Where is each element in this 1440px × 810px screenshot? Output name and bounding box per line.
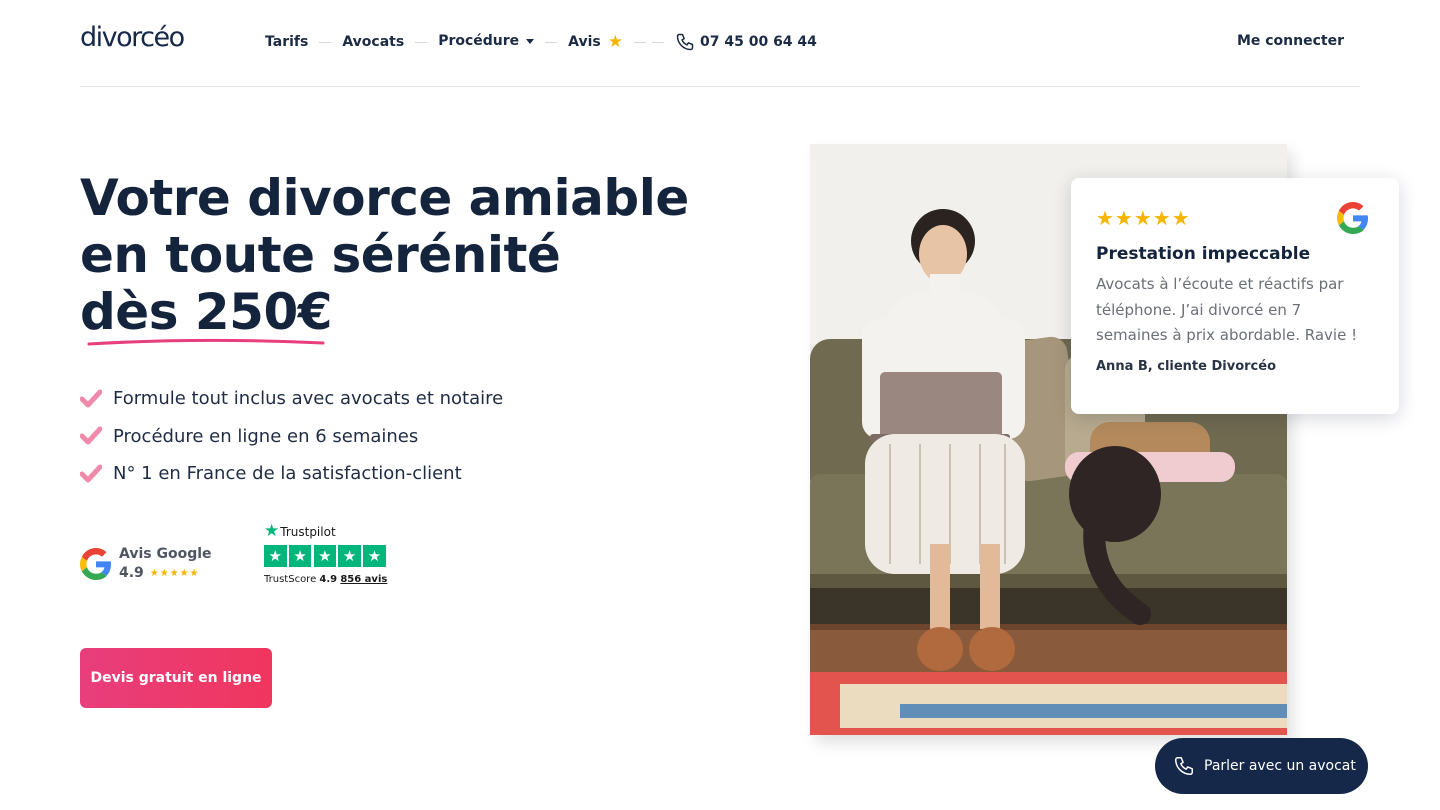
nav-item-procedure[interactable]: Procédure — [438, 32, 535, 49]
hero-headline: Votre divorce amiable en toute sérénité … — [80, 170, 720, 341]
trustpilot-star-box: ★ — [264, 545, 287, 567]
feature-text: Formule tout inclus avec avocats et nota… — [113, 388, 504, 410]
google-rating-badge[interactable]: Avis Google 4.9 ★★★★★ — [80, 546, 212, 581]
review-author: Anna B, cliente Divorcéo — [1096, 358, 1277, 374]
google-rating-text: Avis Google 4.9 ★★★★★ — [119, 546, 212, 581]
check-icon — [80, 464, 102, 483]
headline-line-1: Votre divorce amiable — [80, 169, 689, 227]
nav-item-avis[interactable]: Avis ★ — [568, 32, 623, 52]
login-link[interactable]: Me connecter — [1237, 33, 1344, 49]
nav-separator — [545, 41, 558, 43]
google-score-row: 4.9 ★★★★★ — [119, 565, 212, 581]
trustpilot-star-icon: ★ — [264, 521, 280, 541]
check-icon — [80, 389, 102, 408]
trustpilot-review-count-link[interactable]: 856 avis — [340, 574, 387, 585]
google-stars: ★★★★★ — [149, 567, 200, 579]
feature-item: N° 1 en France de la satisfaction-client — [80, 455, 503, 493]
trustpilot-score-value: 4.9 — [319, 574, 338, 585]
headline-line-2: en toute sérénité — [80, 226, 561, 284]
review-card: ★★★★★ Prestation impeccable Avocats à l’… — [1071, 178, 1399, 414]
trustpilot-stars: ★ ★ ★ ★ ★ — [264, 545, 388, 567]
feature-text: Procédure en ligne en 6 semaines — [113, 425, 419, 447]
trustpilot-star-box: ★ — [313, 545, 337, 567]
headline-line-3: dès 250€ — [80, 283, 333, 341]
chevron-down-icon — [526, 39, 535, 44]
phone-number: 07 45 00 64 44 — [700, 34, 817, 50]
trustpilot-score-label: TrustScore — [264, 574, 317, 585]
nav-phone-link[interactable]: 07 45 00 64 44 — [675, 32, 817, 52]
main-nav: Tarifs Avocats Procédure Avis ★ 07 45 00 … — [265, 30, 817, 54]
nav-label-avis: Avis — [568, 34, 601, 50]
site-header: divorcéo Tarifs Avocats Procédure Avis ★ … — [80, 0, 1360, 87]
check-icon — [80, 426, 102, 445]
feature-list: Formule tout inclus avec avocats et nota… — [80, 380, 503, 493]
trustpilot-score: TrustScore 4.9 856 avis — [264, 574, 388, 585]
price-underline-decoration — [87, 338, 325, 346]
talk-to-lawyer-button[interactable]: Parler avec un avocat — [1155, 738, 1368, 794]
google-logo-icon — [1337, 202, 1368, 234]
nav-item-avocats[interactable]: Avocats — [342, 34, 404, 50]
trustpilot-star-box: ★ — [288, 545, 312, 567]
trustpilot-badge[interactable]: ★ Trustpilot ★ ★ ★ ★ ★ TrustScore 4.9 85… — [264, 523, 388, 585]
trustpilot-logo: ★ Trustpilot — [264, 523, 388, 540]
free-quote-button[interactable]: Devis gratuit en ligne — [80, 648, 272, 708]
feature-item: Formule tout inclus avec avocats et nota… — [80, 380, 503, 418]
star-icon: ★ — [607, 32, 623, 52]
review-stars: ★★★★★ — [1096, 206, 1191, 230]
nav-label-procedure: Procédure — [438, 32, 520, 49]
logo[interactable]: divorcéo — [80, 22, 185, 53]
trustpilot-star-box: ★ — [338, 545, 361, 567]
nav-label-avocats: Avocats — [342, 34, 405, 50]
phone-icon — [1175, 757, 1193, 775]
trustpilot-brand: Trustpilot — [280, 524, 336, 539]
review-title: Prestation impeccable — [1096, 244, 1311, 264]
google-logo-icon — [80, 547, 111, 580]
review-body: Avocats à l’écoute et réactifs par télép… — [1096, 275, 1358, 344]
talk-to-lawyer-label: Parler avec un avocat — [1204, 758, 1356, 774]
nav-item-tarifs[interactable]: Tarifs — [265, 34, 308, 50]
google-score: 4.9 — [119, 565, 144, 581]
feature-item: Procédure en ligne en 6 semaines — [80, 418, 503, 456]
feature-text: N° 1 en France de la satisfaction-client — [113, 463, 462, 485]
phone-icon — [676, 33, 694, 51]
nav-separator — [415, 41, 428, 43]
google-rating-title: Avis Google — [119, 546, 212, 562]
nav-separator — [634, 41, 664, 43]
trustpilot-star-box: ★ — [363, 545, 386, 567]
nav-label-tarifs: Tarifs — [265, 34, 309, 50]
nav-separator — [319, 41, 332, 43]
